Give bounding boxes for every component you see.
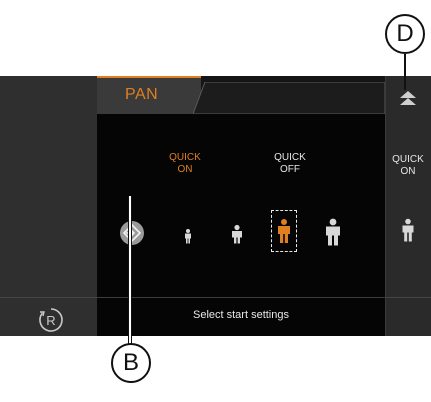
quick-on-line1: QUICK [169,152,201,163]
callout-b-leader [128,196,132,346]
tab-pan[interactable]: PAN [97,76,201,116]
quick-off-option[interactable]: QUICK OFF [260,152,320,176]
side-quick-on-line1: QUICK [392,154,424,165]
selected-size-frame[interactable] [271,210,297,252]
person-size-l-icon[interactable] [325,218,341,246]
left-divider [0,297,97,298]
main-area: QUICK ON QUICK OFF [97,114,385,336]
tab-bar: PAN [97,76,385,116]
quick-off-line1: QUICK [274,152,306,163]
footer-divider [97,297,385,298]
callout-b: B [111,343,151,383]
svg-text:R: R [46,313,55,328]
r-button[interactable]: R [38,307,64,333]
side-person-icon[interactable] [401,218,415,242]
person-size-xs-icon[interactable] [183,228,193,244]
person-size-s-icon[interactable] [231,224,243,244]
r-circle-icon: R [39,308,63,332]
callout-d: D [385,14,425,54]
double-chevron-up-icon[interactable] [398,90,418,106]
enter-button[interactable] [119,220,145,246]
arrow-right-into-diamond-icon [120,221,144,245]
callout-d-leader [404,54,406,90]
quick-on-line2: ON [177,164,193,175]
tab-empty[interactable] [193,82,385,114]
display-screen: R PAN QUICK ON QUICK OFF Select start se… [0,76,431,336]
person-size-m-icon [278,219,290,243]
side-quick-on-line2: ON [400,166,416,177]
quick-off-line2: OFF [280,164,300,175]
right-divider [386,297,431,298]
status-text: Select start settings [193,309,289,321]
side-quick-on-button[interactable]: QUICK ON [378,154,431,178]
tab-pan-label: PAN [125,86,159,103]
quick-on-option[interactable]: QUICK ON [155,152,215,176]
